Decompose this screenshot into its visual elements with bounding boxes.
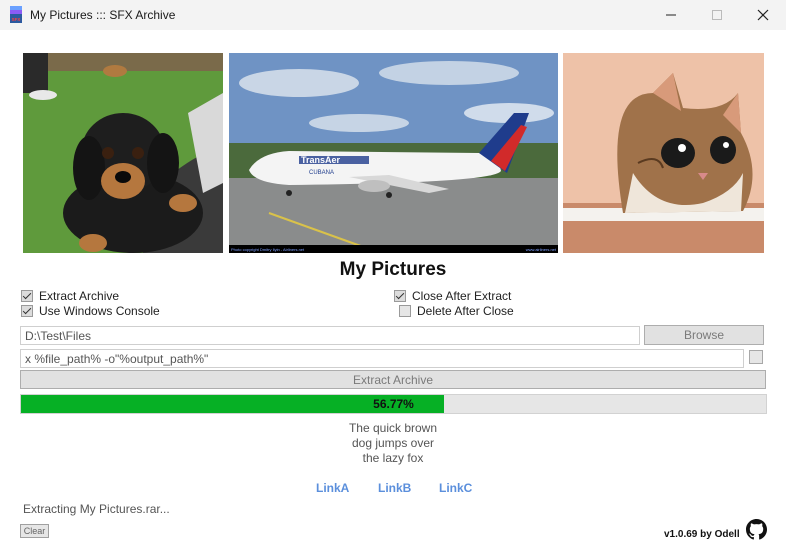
kitten-photo bbox=[563, 53, 764, 253]
clear-button[interactable]: Clear bbox=[20, 524, 49, 538]
delete-after-close-label: Delete After Close bbox=[417, 304, 514, 318]
archive-heading: My Pictures bbox=[339, 259, 447, 280]
extract-archive-checkbox[interactable]: Extract Archive bbox=[21, 289, 119, 303]
link-a[interactable]: LinkA bbox=[316, 481, 349, 495]
command-option-checkbox[interactable] bbox=[749, 350, 763, 364]
maximize-icon bbox=[712, 10, 722, 20]
link-b[interactable]: LinkB bbox=[378, 481, 411, 495]
window-title: My Pictures ::: SFX Archive bbox=[30, 8, 176, 22]
use-windows-console-checkbox[interactable]: Use Windows Console bbox=[21, 304, 160, 318]
minimize-button[interactable] bbox=[648, 0, 694, 30]
description-line: the lazy fox bbox=[362, 451, 424, 465]
command-line-field[interactable]: x %file_path% -o"%output_path%" bbox=[20, 349, 744, 368]
archive-app-icon: SFX bbox=[10, 6, 22, 23]
svg-text:TransAer: TransAer bbox=[301, 155, 341, 165]
minimize-icon bbox=[666, 14, 676, 16]
browse-button[interactable]: Browse bbox=[644, 325, 764, 345]
link-c[interactable]: LinkC bbox=[439, 481, 472, 495]
maximize-button[interactable] bbox=[694, 0, 740, 30]
description-line: dog jumps over bbox=[351, 436, 435, 450]
extraction-progress-bar: 56.77% bbox=[20, 394, 767, 414]
plane-caption-left: Photo copyright Dmitry Ilyin - Airliners… bbox=[231, 247, 305, 252]
svg-text:CUBANA: CUBANA bbox=[309, 170, 334, 176]
dachshund-puppy-photo bbox=[23, 53, 223, 253]
extract-archive-button[interactable]: Extract Archive bbox=[20, 370, 766, 389]
extract-archive-label: Extract Archive bbox=[39, 289, 120, 303]
version-label: v1.0.69 by Odell bbox=[664, 529, 740, 540]
checkbox-check-icon[interactable] bbox=[21, 290, 33, 302]
close-after-extract-checkbox[interactable]: Close After Extract bbox=[394, 289, 511, 303]
close-after-extract-label: Close After Extract bbox=[412, 289, 512, 303]
airplane-photo: TransAer CUBANA Photo copyright Dmitry I… bbox=[229, 53, 558, 253]
output-path-field[interactable]: D:\Test\Files bbox=[20, 326, 640, 345]
progress-percent: 56.77% bbox=[373, 397, 414, 411]
plane-caption-right: www.airliners.net bbox=[526, 247, 557, 252]
close-button[interactable] bbox=[740, 0, 786, 30]
checkbox-empty-icon[interactable] bbox=[399, 305, 411, 317]
title-bar[interactable]: SFX My Pictures ::: SFX Archive bbox=[0, 0, 786, 30]
description-text: The quick brown dog jumps over the lazy … bbox=[293, 421, 493, 466]
description-line: The quick brown bbox=[348, 421, 438, 435]
checkbox-check-icon[interactable] bbox=[21, 305, 33, 317]
github-icon[interactable] bbox=[746, 519, 767, 540]
use-windows-console-label: Use Windows Console bbox=[39, 304, 160, 318]
status-text: Extracting My Pictures.rar... bbox=[23, 502, 170, 516]
close-icon bbox=[757, 9, 769, 21]
delete-after-close-checkbox[interactable]: Delete After Close bbox=[399, 304, 514, 318]
svg-text:SFX: SFX bbox=[12, 17, 21, 22]
checkbox-check-icon[interactable] bbox=[394, 290, 406, 302]
